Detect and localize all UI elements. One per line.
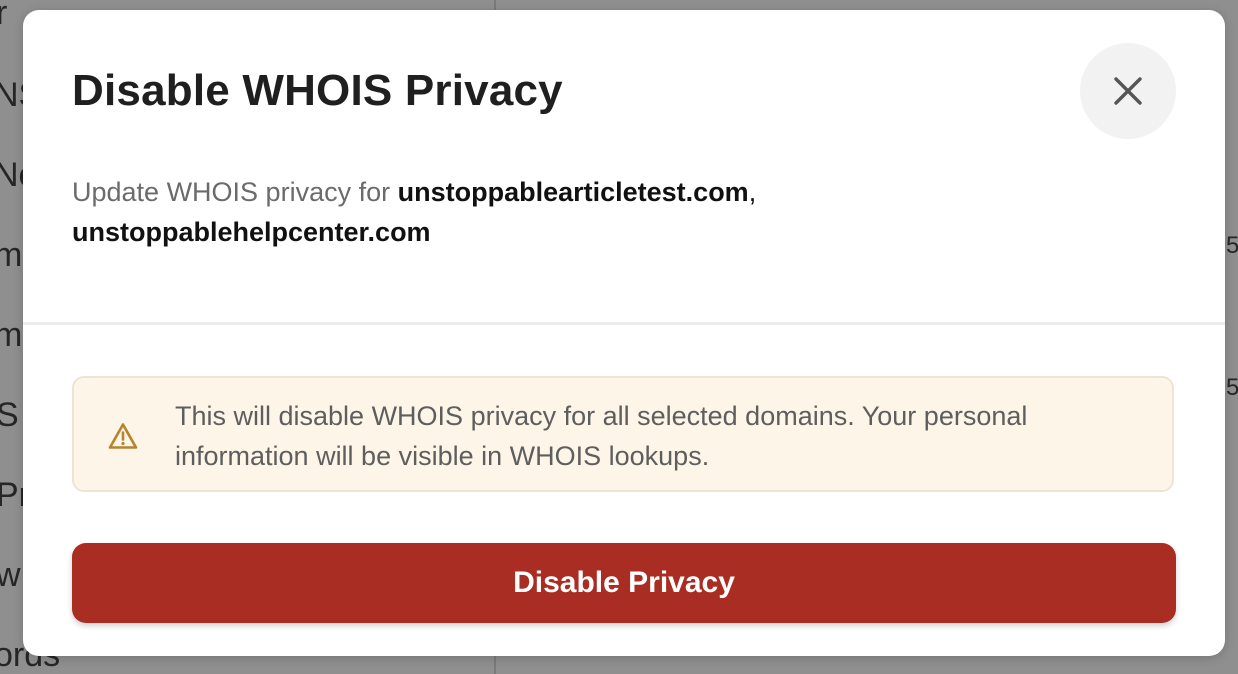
background-sidebar-text: w [0, 556, 21, 594]
warning-triangle-icon [108, 423, 138, 449]
close-icon [1114, 77, 1142, 105]
background-sidebar-text: S [0, 396, 19, 434]
warning-banner: This will disable WHOIS privacy for all … [72, 376, 1174, 492]
dialog-title: Disable WHOIS Privacy [72, 66, 563, 115]
domain-separator: , [748, 177, 757, 207]
subtitle-prefix: Update WHOIS privacy for [72, 177, 398, 207]
warning-text: This will disable WHOIS privacy for all … [175, 401, 1028, 471]
domain-name: unstoppablearticletest.com [397, 177, 749, 207]
background-sidebar-text: r [0, 0, 8, 32]
dialog-subtitle: Update WHOIS privacy for unstoppablearti… [72, 172, 1152, 252]
close-button[interactable] [1080, 43, 1176, 139]
disable-privacy-button[interactable]: Disable Privacy [72, 543, 1176, 623]
disable-whois-privacy-dialog: Disable WHOIS Privacy Update WHOIS priva… [23, 10, 1225, 656]
divider [23, 322, 1225, 325]
background-right-text: 5 [1226, 374, 1238, 401]
background-right-text: 5 [1226, 232, 1238, 259]
domain-name: unstoppablehelpcenter.com [72, 217, 431, 247]
